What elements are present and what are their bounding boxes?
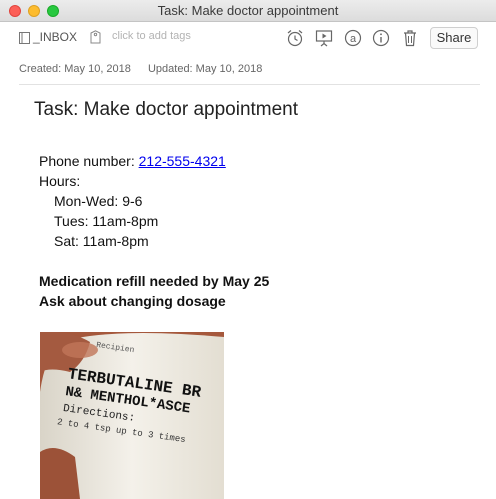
medication-refill-note: Medication refill needed by May 25 — [39, 273, 270, 289]
tag-input[interactable]: click to add tags — [112, 30, 191, 42]
trash-icon[interactable] — [400, 28, 420, 48]
tag-icon[interactable] — [90, 30, 101, 44]
notebook-icon[interactable] — [19, 32, 30, 44]
title-bar: Task: Make doctor appointment — [0, 0, 496, 22]
window-title: Task: Make doctor appointment — [157, 3, 339, 18]
created-date: Created: May 10, 2018 — [19, 63, 131, 75]
reminder-alarm-icon[interactable] — [285, 28, 305, 48]
hours-tues: Tues: 11am-8pm — [54, 213, 159, 229]
medication-bottle-photo[interactable]: Recipien TERBUTALINE BR N& MENTHOL*ASCE … — [40, 332, 224, 499]
phone-line: Phone number: 212-555-4321 — [39, 151, 269, 171]
presentation-icon[interactable] — [314, 28, 334, 48]
notebook-name[interactable]: _INBOX — [33, 30, 77, 44]
phone-link[interactable]: 212-555-4321 — [139, 153, 226, 169]
note-title[interactable]: Task: Make doctor appointment — [34, 99, 298, 121]
updated-date: Updated: May 10, 2018 — [147, 63, 263, 75]
hours-mon-wed: Mon-Wed: 9-6 — [54, 193, 143, 209]
divider — [19, 84, 480, 85]
info-icon[interactable] — [371, 28, 391, 48]
share-button[interactable]: Share — [430, 27, 478, 49]
dosage-question-note: Ask about changing dosage — [39, 293, 226, 309]
svg-text:a: a — [350, 33, 357, 45]
note-metadata: Created: May 10, 2018 Updated: May 10, 2… — [19, 63, 276, 75]
hours-sat: Sat: 11am-8pm — [54, 233, 149, 249]
hours-label: Hours: — [39, 173, 81, 189]
phone-label: Phone number: — [39, 153, 139, 169]
note-body[interactable]: Phone number: 212-555-4321 Hours: Mon-We… — [39, 151, 269, 311]
note-toolbar: _INBOX click to add tags a Share — [0, 22, 496, 54]
at-mention-icon[interactable]: a — [343, 28, 363, 48]
